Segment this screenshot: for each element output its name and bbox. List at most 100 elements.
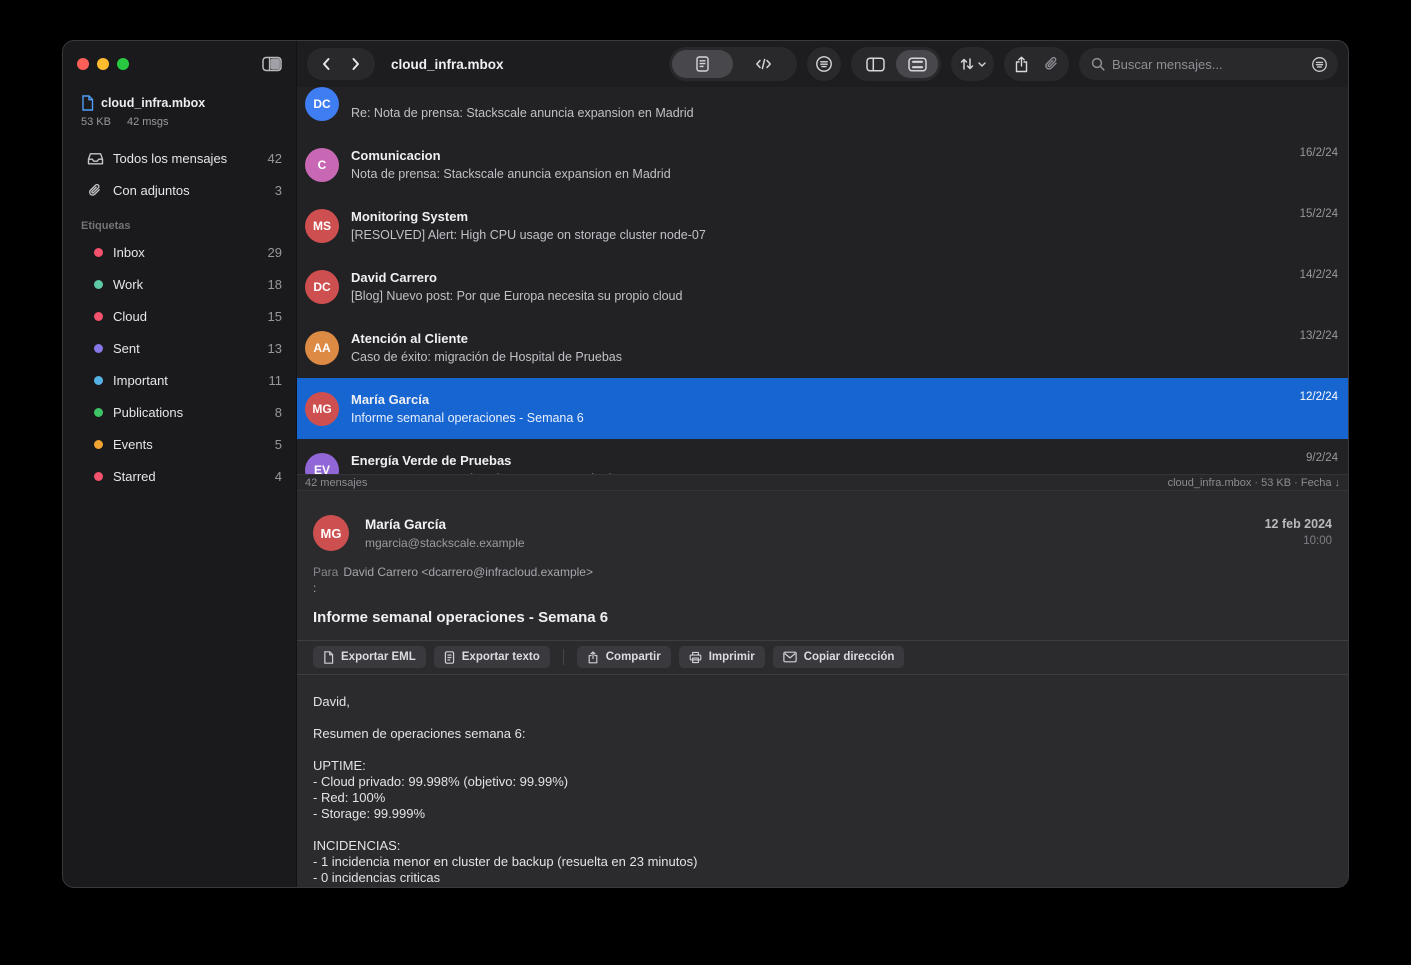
rows-icon: [908, 57, 927, 72]
message-subject: Propuesta PPA energia solar para centros…: [351, 472, 1268, 475]
label-count: 15: [268, 309, 282, 324]
action-button[interactable]: Exportar texto: [434, 646, 550, 668]
label-name: Sent: [113, 341, 140, 356]
label-count: 8: [275, 405, 282, 420]
share-icon: [587, 651, 599, 664]
message-date: 15/2/24: [1300, 208, 1338, 220]
sidebar-label-item[interactable]: Work 18: [63, 268, 296, 300]
message-row[interactable]: DC Re: Nota de prensa: Stackscale anunci…: [297, 87, 1348, 134]
sidebar-label-item[interactable]: Events 5: [63, 428, 296, 460]
content-view-segment: [669, 47, 797, 81]
message-subject: [RESOLVED] Alert: High CPU usage on stor…: [351, 228, 1268, 243]
label-color-dot: [94, 248, 103, 257]
label-name: Inbox: [113, 245, 145, 260]
layout-segment: [851, 47, 941, 81]
label-color-dot: [94, 472, 103, 481]
detail-sender-email: mgarcia@stackscale.example: [365, 536, 1265, 550]
sidebar-label-item[interactable]: Sent 13: [63, 332, 296, 364]
back-button[interactable]: [319, 56, 335, 72]
sidebar-label-item[interactable]: Publications 8: [63, 396, 296, 428]
status-bar: 42 mensajes cloud_infra.mbox · 53 KB · F…: [297, 474, 1348, 491]
label-name: Publications: [113, 405, 183, 420]
mbox-file-name: cloud_infra.mbox: [101, 96, 205, 110]
action-button[interactable]: Compartir: [577, 646, 671, 668]
paperclip-icon: [87, 183, 104, 198]
sidebar-smart-items: Todos los mensajes 42 Con adjuntos 3: [63, 142, 296, 206]
sidebar-titlebar: [63, 41, 296, 87]
reader-view-button[interactable]: [672, 50, 733, 78]
label-color-dot: [94, 408, 103, 417]
main-pane: cloud_infra.mbox: [297, 41, 1348, 887]
search-filter-icon[interactable]: [1311, 56, 1328, 73]
mbox-file-info: cloud_infra.mbox 53 KB 42 msgs: [63, 87, 296, 128]
sidebar-label-item[interactable]: Important 11: [63, 364, 296, 396]
share-attach-group: [1004, 47, 1069, 81]
status-file-sort[interactable]: cloud_infra.mbox · 53 KB · Fecha ↓: [1168, 477, 1340, 489]
action-button[interactable]: Imprimir: [679, 646, 765, 668]
traffic-lights: [77, 58, 129, 70]
toolbar: cloud_infra.mbox: [297, 41, 1348, 87]
reader-view-icon: [696, 56, 709, 72]
action-button[interactable]: Exportar EML: [313, 646, 426, 668]
message-row[interactable]: AA Atención al Cliente Caso de éxito: mi…: [297, 317, 1348, 378]
zoom-window-button[interactable]: [117, 58, 129, 70]
sender-avatar: MS: [305, 209, 339, 243]
message-row[interactable]: C Comunicacion Nota de prensa: Stackscal…: [297, 134, 1348, 195]
sidebar-item-label: Con adjuntos: [113, 183, 190, 198]
file-text-icon: [444, 651, 455, 664]
action-button[interactable]: Copiar dirección: [773, 646, 905, 668]
sidebar: cloud_infra.mbox 53 KB 42 msgs Todos los…: [63, 41, 297, 887]
search-input[interactable]: [1112, 57, 1304, 72]
message-sender: Comunicacion: [351, 148, 1268, 164]
sidebar-label-item[interactable]: Starred 4: [63, 460, 296, 492]
forward-button[interactable]: [347, 56, 363, 72]
labels-section-title: Etiquetas: [63, 220, 296, 236]
sidebar-item-label: Todos los mensajes: [113, 151, 227, 166]
message-sender: [351, 87, 1268, 103]
message-sender: María García: [351, 392, 1268, 408]
horizontal-split-button[interactable]: [896, 50, 938, 78]
message-row[interactable]: MG María García Informe semanal operacio…: [297, 378, 1348, 439]
printer-icon: [689, 651, 702, 664]
source-view-button[interactable]: [733, 50, 794, 78]
message-subject: Re: Nota de prensa: Stackscale anuncia e…: [351, 106, 1268, 121]
attachment-button[interactable]: [1043, 56, 1059, 72]
detail-sender-name: María García: [365, 517, 1265, 532]
file-icon: [323, 651, 334, 664]
message-row[interactable]: DC David Carrero [Blog] Nuevo post: Por …: [297, 256, 1348, 317]
status-message-count: 42 mensajes: [305, 477, 367, 489]
message-subject: [Blog] Nuevo post: Por que Europa necesi…: [351, 289, 1268, 304]
message-sender: Energía Verde de Pruebas: [351, 453, 1268, 469]
label-count: 4: [275, 469, 282, 484]
label-name: Important: [113, 373, 168, 388]
filter-button[interactable]: [807, 47, 841, 81]
sort-button[interactable]: [951, 47, 994, 81]
minimize-window-button[interactable]: [97, 58, 109, 70]
close-window-button[interactable]: [77, 58, 89, 70]
label-name: Cloud: [113, 309, 147, 324]
sender-avatar: DC: [305, 87, 339, 121]
message-date: 13/2/24: [1300, 330, 1338, 342]
sidebar-item[interactable]: Todos los mensajes 42: [63, 142, 296, 174]
label-count: 18: [268, 277, 282, 292]
toggle-sidebar-icon[interactable]: [262, 56, 282, 72]
message-row[interactable]: EV Energía Verde de Pruebas Propuesta PP…: [297, 439, 1348, 474]
to-suffix: :: [313, 581, 1332, 595]
label-count: 5: [275, 437, 282, 452]
sidebar-labels: Inbox 29 Work 18 Cloud 15 Sent: [63, 236, 296, 492]
label-count: 29: [268, 245, 282, 260]
vertical-split-button[interactable]: [854, 50, 896, 78]
envelope-icon: [783, 651, 797, 663]
message-row[interactable]: MS Monitoring System [RESOLVED] Alert: H…: [297, 195, 1348, 256]
label-color-dot: [94, 376, 103, 385]
mbox-message-count: 42 msgs: [127, 116, 169, 128]
sidebar-label-item[interactable]: Inbox 29: [63, 236, 296, 268]
share-button[interactable]: [1014, 56, 1029, 73]
sidebar-item[interactable]: Con adjuntos 3: [63, 174, 296, 206]
message-date: 12/2/24: [1300, 391, 1338, 403]
mbox-file-size: 53 KB: [81, 116, 111, 128]
message-subject: Informe semanal operaciones - Semana 6: [351, 411, 1268, 426]
sidebar-label-item[interactable]: Cloud 15: [63, 300, 296, 332]
label-name: Events: [113, 437, 153, 452]
message-sender: David Carrero: [351, 270, 1268, 286]
